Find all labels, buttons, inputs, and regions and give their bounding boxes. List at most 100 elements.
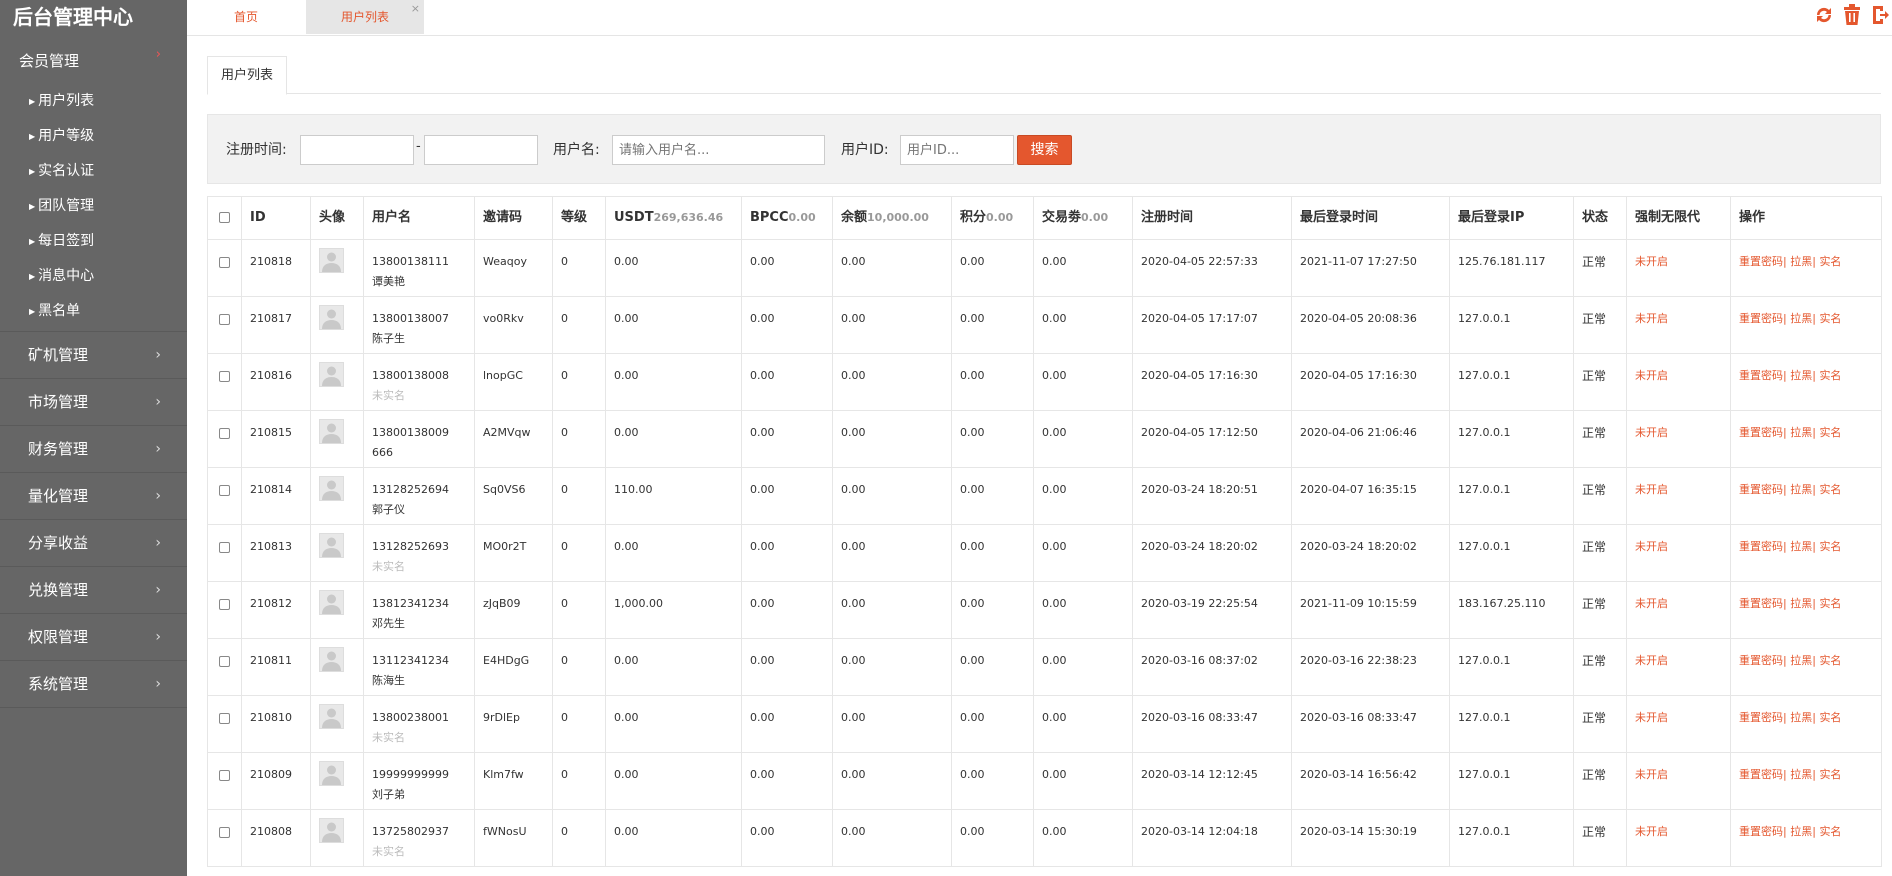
reset-password-link[interactable]: 重置密码 <box>1739 369 1783 382</box>
block-link[interactable]: 拉黑 <box>1790 540 1812 553</box>
reset-password-link[interactable]: 重置密码 <box>1739 768 1783 781</box>
cell-usdt: 110.00 <box>605 467 742 525</box>
row-checkbox[interactable] <box>219 256 230 268</box>
sidebar-group-item[interactable]: 财务管理 › <box>0 426 187 472</box>
reset-password-link[interactable]: 重置密码 <box>1739 711 1783 724</box>
cell-invite: 9rDlEp <box>474 695 553 753</box>
row-select-cell <box>207 467 242 525</box>
sidebar-group-item[interactable]: 市场管理 › <box>0 379 187 425</box>
col-points: 积分0.00 <box>951 196 1034 240</box>
realname-link[interactable]: 实名 <box>1819 654 1841 667</box>
sidebar-group-item[interactable]: 权限管理 › <box>0 614 187 660</box>
ops-separator: | <box>1812 255 1816 268</box>
block-link[interactable]: 拉黑 <box>1790 369 1812 382</box>
user-realname: 未实名 <box>372 560 405 573</box>
chevron-right-icon: › <box>155 441 161 457</box>
reset-password-link[interactable]: 重置密码 <box>1739 654 1783 667</box>
cell-coupon: 0.00 <box>1033 638 1133 696</box>
reset-password-link[interactable]: 重置密码 <box>1739 483 1783 496</box>
realname-link[interactable]: 实名 <box>1819 597 1841 610</box>
avatar <box>319 590 344 615</box>
sidebar-subitem[interactable]: ▶ 消息中心 <box>0 259 187 294</box>
row-checkbox[interactable] <box>219 712 230 724</box>
reset-password-link[interactable]: 重置密码 <box>1739 825 1783 838</box>
realname-link[interactable]: 实名 <box>1819 768 1841 781</box>
userid-input[interactable] <box>900 135 1014 165</box>
table-row: 210812 13812341234 邓先生 zJqB09 0 1,000.00 0.00 0… <box>207 581 1882 639</box>
block-link[interactable]: 拉黑 <box>1790 483 1812 496</box>
row-checkbox[interactable] <box>219 541 230 553</box>
sidebar-subitem[interactable]: ▶ 实名认证 <box>0 154 187 189</box>
realname-link[interactable]: 实名 <box>1819 426 1841 439</box>
ops-separator: | <box>1783 426 1787 439</box>
block-link[interactable]: 拉黑 <box>1790 711 1812 724</box>
sidebar-item-label: 财务管理 <box>28 440 89 458</box>
sidebar-group-item[interactable]: 系统管理 › <box>0 661 187 707</box>
row-checkbox[interactable] <box>219 598 230 610</box>
cell-balance: 0.00 <box>832 695 952 753</box>
realname-link[interactable]: 实名 <box>1819 255 1841 268</box>
sidebar-group-item[interactable]: 兑换管理 › <box>0 567 187 613</box>
reg-time-end-input[interactable] <box>424 135 538 165</box>
username-input[interactable] <box>612 135 825 165</box>
row-checkbox[interactable] <box>219 826 230 838</box>
sidebar-item-member[interactable]: 会员管理 › <box>0 38 187 84</box>
col-last-login: 最后登录时间 <box>1291 196 1450 240</box>
sidebar-subitem[interactable]: ▶ 黑名单 <box>0 294 187 329</box>
tab-user-list[interactable]: 用户列表 × <box>306 0 424 34</box>
select-all-checkbox[interactable] <box>219 212 230 223</box>
block-link[interactable]: 拉黑 <box>1790 597 1812 610</box>
row-checkbox[interactable] <box>219 655 230 667</box>
block-link[interactable]: 拉黑 <box>1790 825 1812 838</box>
tab-home[interactable]: 首页 <box>187 0 305 34</box>
realname-link[interactable]: 实名 <box>1819 825 1841 838</box>
status-badge: 正常 <box>1573 581 1627 639</box>
block-link[interactable]: 拉黑 <box>1790 426 1812 439</box>
reset-password-link[interactable]: 重置密码 <box>1739 597 1783 610</box>
cell-coupon: 0.00 <box>1033 752 1133 810</box>
sidebar-subitem[interactable]: ▶ 用户等级 <box>0 119 187 154</box>
realname-link[interactable]: 实名 <box>1819 369 1841 382</box>
ops-separator: | <box>1783 255 1787 268</box>
refresh-icon[interactable] <box>1812 3 1836 27</box>
user-realname: 谭美艳 <box>372 275 405 288</box>
close-icon[interactable]: × <box>411 0 420 26</box>
realname-link[interactable]: 实名 <box>1819 711 1841 724</box>
cell-ops: 重置密码| 拉黑| 实名 <box>1730 524 1882 582</box>
cell-id: 210817 <box>241 296 311 354</box>
reset-password-link[interactable]: 重置密码 <box>1739 312 1783 325</box>
cell-reg-time: 2020-03-16 08:33:47 <box>1132 695 1292 753</box>
ops-separator: | <box>1783 312 1787 325</box>
sidebar-group-item[interactable]: 矿机管理 › <box>0 332 187 378</box>
logout-icon[interactable] <box>1868 3 1892 27</box>
row-checkbox[interactable] <box>219 484 230 496</box>
reset-password-link[interactable]: 重置密码 <box>1739 255 1783 268</box>
reset-password-link[interactable]: 重置密码 <box>1739 540 1783 553</box>
block-link[interactable]: 拉黑 <box>1790 255 1812 268</box>
row-checkbox[interactable] <box>219 427 230 439</box>
ops-separator: | <box>1812 654 1816 667</box>
user-realname: 666 <box>372 446 393 459</box>
block-link[interactable]: 拉黑 <box>1790 312 1812 325</box>
reset-password-link[interactable]: 重置密码 <box>1739 426 1783 439</box>
trash-icon[interactable] <box>1840 3 1864 27</box>
sidebar-group-item[interactable]: 量化管理 › <box>0 473 187 519</box>
row-checkbox[interactable] <box>219 370 230 382</box>
sidebar-subitem[interactable]: ▶ 用户列表 <box>0 84 187 119</box>
sidebar-subitem[interactable]: ▶ 团队管理 <box>0 189 187 224</box>
reg-time-start-input[interactable] <box>300 135 414 165</box>
realname-link[interactable]: 实名 <box>1819 483 1841 496</box>
sidebar-subitem[interactable]: ▶ 每日签到 <box>0 224 187 259</box>
sidebar-group-item[interactable]: 分享收益 › <box>0 520 187 566</box>
col-id: ID <box>241 196 311 240</box>
row-checkbox[interactable] <box>219 313 230 325</box>
realname-link[interactable]: 实名 <box>1819 312 1841 325</box>
block-link[interactable]: 拉黑 <box>1790 768 1812 781</box>
block-link[interactable]: 拉黑 <box>1790 654 1812 667</box>
row-checkbox[interactable] <box>219 769 230 781</box>
cell-last-ip: 127.0.0.1 <box>1449 695 1574 753</box>
cell-usdt: 0.00 <box>605 239 742 297</box>
tab-user-list-page[interactable]: 用户列表 <box>207 56 288 95</box>
realname-link[interactable]: 实名 <box>1819 540 1841 553</box>
search-button[interactable]: 搜索 <box>1017 135 1072 165</box>
